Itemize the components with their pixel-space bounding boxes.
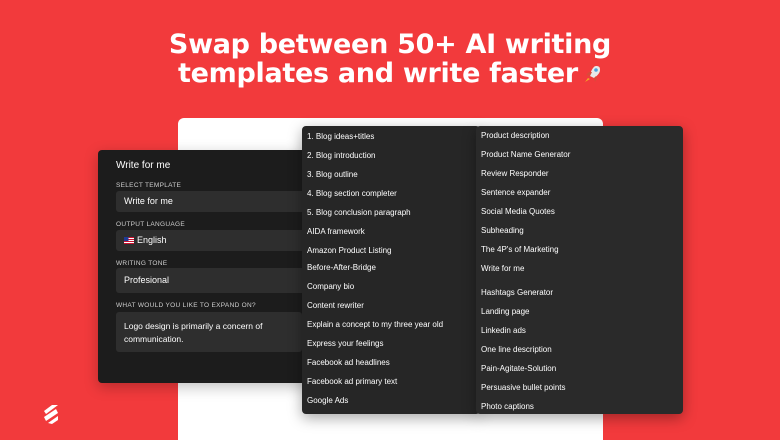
menu-item[interactable]: Pain-Agitate-Solution [481, 364, 556, 373]
expand-textarea[interactable]: Logo design is primarily a concern of co… [116, 312, 302, 352]
panel-title: Write for me [116, 160, 171, 171]
tone-value: Profesional [124, 275, 170, 285]
menu-item[interactable]: Landing page [481, 307, 530, 316]
template-select[interactable]: Write for me [116, 191, 312, 212]
expand-label: WHAT WOULD YOU LIKE TO EXPAND ON? [116, 302, 256, 309]
menu-item[interactable]: Sentence expander [481, 188, 550, 197]
menu-item[interactable]: Google Ads [307, 396, 348, 405]
template-value: Write for me [124, 196, 173, 206]
menu-item[interactable]: 3. Blog outline [307, 170, 358, 179]
menu-item[interactable]: Linkedin ads [481, 326, 526, 335]
menu-item[interactable]: 5. Blog conclusion paragraph [307, 208, 411, 217]
us-flag-icon [124, 237, 134, 244]
menu-item[interactable]: Social Media Quotes [481, 207, 555, 216]
menu-item[interactable]: Write for me [481, 264, 524, 273]
headline-line-1: Swap between 50+ AI writing [168, 29, 612, 60]
menu-item[interactable]: Product description [481, 131, 549, 140]
menu-item[interactable]: AIDA framework [307, 227, 365, 236]
brand-logo-icon [44, 405, 58, 424]
template-menu-left: 1. Blog ideas+titles 2. Blog introductio… [302, 126, 480, 414]
select-template-label: SELECT TEMPLATE [116, 182, 182, 189]
menu-item[interactable]: Express your feelings [307, 339, 383, 348]
headline-line-2: templates and write faster [0, 59, 780, 88]
menu-item[interactable]: Explain a concept to my three year old [307, 320, 443, 329]
headline-line-2-text: templates and write faster [178, 58, 578, 89]
language-value: English [137, 235, 167, 245]
expand-value: Logo design is primarily a concern of co… [124, 321, 263, 344]
menu-item[interactable]: 1. Blog ideas+titles [307, 132, 374, 141]
menu-item[interactable]: 4. Blog section completer [307, 189, 397, 198]
menu-item[interactable]: Content rewriter [307, 301, 364, 310]
menu-item[interactable]: Before-After-Bridge [307, 263, 376, 272]
menu-item[interactable]: The 4P's of Marketing [481, 245, 559, 254]
template-menu-right: Product description Product Name Generat… [476, 126, 683, 414]
menu-item[interactable]: Company bio [307, 282, 354, 291]
writing-tone-label: WRITING TONE [116, 260, 168, 267]
menu-item[interactable]: Persuasive bullet points [481, 383, 566, 392]
menu-item[interactable]: Product Name Generator [481, 150, 570, 159]
menu-item[interactable]: One line description [481, 345, 552, 354]
menu-item[interactable]: Photo captions [481, 402, 534, 411]
headline: Swap between 50+ AI writing templates an… [0, 30, 780, 88]
tone-select[interactable]: Profesional [116, 268, 312, 293]
language-select[interactable]: English [116, 230, 312, 251]
menu-item[interactable]: Facebook ad primary text [307, 377, 397, 386]
menu-item[interactable]: Subheading [481, 226, 524, 235]
output-language-label: OUTPUT LANGUAGE [116, 221, 186, 228]
rocket-icon [584, 66, 600, 82]
menu-item[interactable]: Facebook ad headlines [307, 358, 390, 367]
menu-item[interactable]: 2. Blog introduction [307, 151, 376, 160]
menu-item[interactable]: Review Responder [481, 169, 549, 178]
menu-item[interactable]: Amazon Product Listing [307, 246, 392, 255]
menu-item[interactable]: Hashtags Generator [481, 288, 553, 297]
